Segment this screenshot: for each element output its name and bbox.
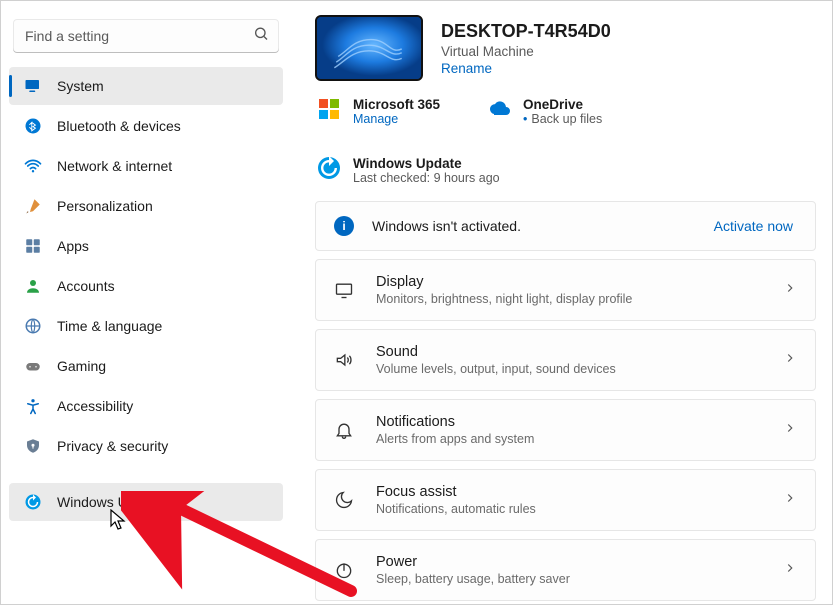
card-sub: Notifications, automatic rules bbox=[376, 502, 765, 516]
promo-row: Microsoft 365 Manage OneDrive •Back up f… bbox=[317, 97, 816, 185]
promo-onedrive[interactable]: OneDrive •Back up files bbox=[487, 97, 627, 126]
wifi-icon bbox=[23, 156, 43, 176]
update-icon bbox=[23, 492, 43, 512]
promo-sub[interactable]: •Back up files bbox=[523, 112, 602, 126]
promo-title: Windows Update bbox=[353, 156, 500, 171]
sound-icon bbox=[334, 350, 358, 370]
globe-clock-icon bbox=[23, 316, 43, 336]
nav-label: Apps bbox=[57, 238, 89, 254]
device-sub: Virtual Machine bbox=[441, 44, 611, 59]
chevron-right-icon bbox=[783, 281, 797, 300]
nav-label: Privacy & security bbox=[57, 438, 168, 454]
ms365-icon bbox=[317, 97, 343, 123]
card-title: Sound bbox=[376, 344, 765, 360]
user-icon bbox=[23, 276, 43, 296]
paintbrush-icon bbox=[23, 196, 43, 216]
rename-link[interactable]: Rename bbox=[441, 61, 611, 76]
card-title: Display bbox=[376, 274, 765, 290]
nav-label: Accessibility bbox=[57, 398, 133, 414]
nav-label: Bluetooth & devices bbox=[57, 118, 181, 134]
nav-item-system[interactable]: System bbox=[9, 67, 283, 105]
activation-message: Windows isn't activated. bbox=[372, 218, 696, 234]
nav-item-accounts[interactable]: Accounts bbox=[9, 267, 283, 305]
nav-label: Time & language bbox=[57, 318, 162, 334]
device-name: DESKTOP-T4R54D0 bbox=[441, 21, 611, 42]
nav-item-gaming[interactable]: Gaming bbox=[9, 347, 283, 385]
chevron-right-icon bbox=[783, 561, 797, 580]
chevron-right-icon bbox=[783, 491, 797, 510]
system-icon bbox=[23, 76, 43, 96]
card-title: Focus assist bbox=[376, 484, 765, 500]
power-icon bbox=[334, 560, 358, 580]
onedrive-icon bbox=[487, 97, 513, 123]
nav-item-time-language[interactable]: Time & language bbox=[9, 307, 283, 345]
device-header: DESKTOP-T4R54D0 Virtual Machine Rename bbox=[315, 15, 816, 81]
sidebar: System Bluetooth & devices Network & int… bbox=[1, 1, 291, 604]
nav-item-bluetooth[interactable]: Bluetooth & devices bbox=[9, 107, 283, 145]
display-icon bbox=[334, 280, 358, 300]
shield-icon bbox=[23, 436, 43, 456]
activate-link[interactable]: Activate now bbox=[714, 218, 797, 234]
card-focus-assist[interactable]: Focus assist Notifications, automatic ru… bbox=[315, 469, 816, 531]
main-content: DESKTOP-T4R54D0 Virtual Machine Rename M… bbox=[291, 1, 832, 604]
nav-label: Network & internet bbox=[57, 158, 172, 174]
accessibility-icon bbox=[23, 396, 43, 416]
nav-label: Accounts bbox=[57, 278, 115, 294]
nav-item-personalization[interactable]: Personalization bbox=[9, 187, 283, 225]
chevron-right-icon bbox=[783, 351, 797, 370]
bluetooth-icon bbox=[23, 116, 43, 136]
card-notifications[interactable]: Notifications Alerts from apps and syste… bbox=[315, 399, 816, 461]
promo-sub: Last checked: 9 hours ago bbox=[353, 171, 500, 185]
card-title: Notifications bbox=[376, 414, 765, 430]
promo-title: OneDrive bbox=[523, 97, 602, 112]
card-sub: Volume levels, output, input, sound devi… bbox=[376, 362, 765, 376]
nav-item-network[interactable]: Network & internet bbox=[9, 147, 283, 185]
nav-item-accessibility[interactable]: Accessibility bbox=[9, 387, 283, 425]
nav-label: Gaming bbox=[57, 358, 106, 374]
promo-windows-update[interactable]: Windows Update Last checked: 9 hours ago bbox=[317, 156, 500, 185]
nav-label: System bbox=[57, 78, 104, 94]
promo-ms365[interactable]: Microsoft 365 Manage bbox=[317, 97, 457, 126]
nav-list: System Bluetooth & devices Network & int… bbox=[9, 67, 283, 521]
card-display[interactable]: Display Monitors, brightness, night ligh… bbox=[315, 259, 816, 321]
activation-banner[interactable]: i Windows isn't activated. Activate now bbox=[315, 201, 816, 251]
nav-item-windows-update[interactable]: Windows Update bbox=[9, 483, 283, 521]
bell-icon bbox=[334, 420, 358, 440]
moon-icon bbox=[334, 490, 358, 510]
card-sub: Monitors, brightness, night light, displ… bbox=[376, 292, 765, 306]
card-list: i Windows isn't activated. Activate now … bbox=[315, 201, 816, 604]
update-icon bbox=[317, 156, 343, 182]
search-wrap bbox=[13, 19, 279, 53]
card-title: Power bbox=[376, 554, 765, 570]
apps-icon bbox=[23, 236, 43, 256]
card-sub: Alerts from apps and system bbox=[376, 432, 765, 446]
promo-title: Microsoft 365 bbox=[353, 97, 440, 112]
search-icon bbox=[253, 26, 269, 47]
info-icon: i bbox=[334, 216, 354, 236]
nav-item-privacy[interactable]: Privacy & security bbox=[9, 427, 283, 465]
nav-label: Personalization bbox=[57, 198, 153, 214]
gamepad-icon bbox=[23, 356, 43, 376]
promo-sub[interactable]: Manage bbox=[353, 112, 440, 126]
nav-item-apps[interactable]: Apps bbox=[9, 227, 283, 265]
nav-label: Windows Update bbox=[57, 494, 163, 510]
card-sound[interactable]: Sound Volume levels, output, input, soun… bbox=[315, 329, 816, 391]
card-power[interactable]: Power Sleep, battery usage, battery save… bbox=[315, 539, 816, 601]
search-input[interactable] bbox=[13, 19, 279, 53]
card-sub: Sleep, battery usage, battery saver bbox=[376, 572, 765, 586]
chevron-right-icon bbox=[783, 421, 797, 440]
device-wallpaper-thumb bbox=[315, 15, 423, 81]
